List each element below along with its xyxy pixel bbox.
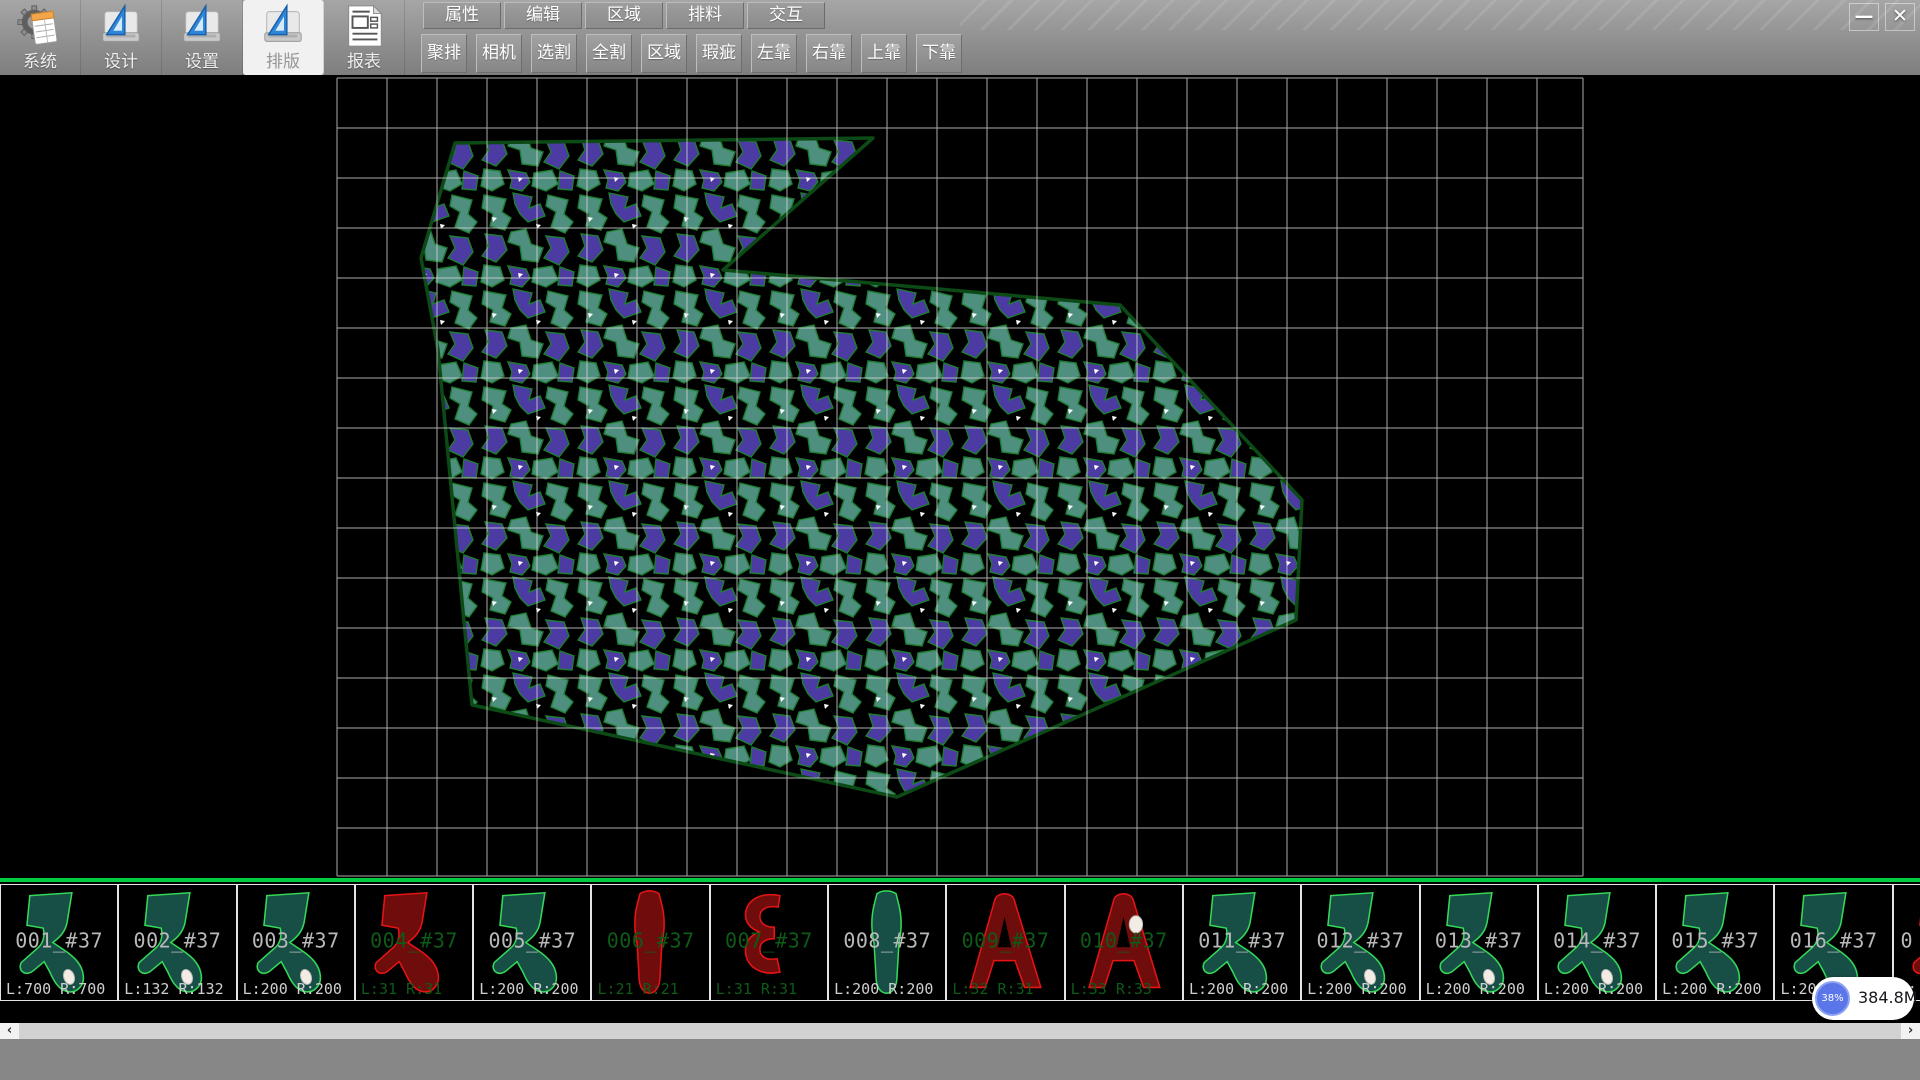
piece-shape xyxy=(122,888,231,997)
piece-thumbnail-strip: 001_#37L:700 R:700002_#37L:132 R:132003_… xyxy=(0,878,1920,1002)
ribbon-icon-label: 系统 xyxy=(0,47,80,72)
piece-shape xyxy=(832,888,941,997)
ribbon-icon-button-3[interactable]: 设置 xyxy=(162,0,243,75)
piece-shape xyxy=(4,888,113,997)
tool-button-7[interactable]: 左靠 xyxy=(751,34,797,73)
tool-button-3[interactable]: 选割 xyxy=(531,34,577,73)
piece-thumbnail-12[interactable]: 012_#37L:200 R:200 xyxy=(1301,884,1419,1001)
piece-thumbnail-4[interactable]: 004_#37L:31 R:31 xyxy=(355,884,473,1001)
ribbon-icon-button-4[interactable]: 排版 xyxy=(243,0,324,75)
piece-thumbnail-3[interactable]: 003_#37L:200 R:200 xyxy=(237,884,355,1001)
tool-button-5[interactable]: 区域 xyxy=(641,34,687,73)
piece-thumbnail-13[interactable]: 013_#37L:200 R:200 xyxy=(1420,884,1538,1001)
toolbar-hatch-texture xyxy=(960,0,1920,30)
piece-shape xyxy=(950,888,1059,997)
piece-shape xyxy=(1424,888,1533,997)
piece-thumbnail-8[interactable]: 008_#37L:200 R:200 xyxy=(828,884,946,1001)
tool-button-8[interactable]: 右靠 xyxy=(806,34,852,73)
report-icon xyxy=(324,2,404,50)
piece-thumbnail-2[interactable]: 002_#37L:132 R:132 xyxy=(118,884,236,1001)
strip-accent-line xyxy=(0,878,1920,882)
minimize-icon[interactable]: — xyxy=(1849,3,1879,31)
design-icon xyxy=(243,2,323,50)
piece-shape xyxy=(595,888,704,997)
status-bar xyxy=(0,1039,1920,1080)
ribbon-icon-label: 报表 xyxy=(324,47,404,72)
memory-value: 384.8M xyxy=(1858,988,1918,1007)
tool-button-1[interactable]: 聚排 xyxy=(421,34,467,73)
piece-shape xyxy=(477,888,586,997)
menu-tab-3[interactable]: 区域 xyxy=(585,2,663,29)
menu-tab-4[interactable]: 排料 xyxy=(666,2,744,29)
piece-thumbnail-6[interactable]: 006_#37L:21 R:21 xyxy=(591,884,709,1001)
piece-shape xyxy=(1305,888,1414,997)
piece-shape xyxy=(714,888,823,997)
piece-shape xyxy=(359,888,468,997)
nesting-canvas[interactable] xyxy=(0,75,1920,878)
tool-button-4[interactable]: 全割 xyxy=(586,34,632,73)
scroll-left-icon[interactable]: ‹ xyxy=(0,1023,19,1039)
design-icon xyxy=(81,2,161,50)
ribbon-icon-label: 排版 xyxy=(243,47,323,72)
ribbon-icon-label: 设计 xyxy=(81,47,161,72)
progress-circle: 38% xyxy=(1815,981,1850,1016)
menu-tab-5[interactable]: 交互 xyxy=(747,2,825,29)
piece-thumbnail-15[interactable]: 015_#37L:200 R:200 xyxy=(1656,884,1774,1001)
piece-shape xyxy=(1542,888,1651,997)
ribbon-icon-button-2[interactable]: 设计 xyxy=(81,0,162,75)
window-controls: — ✕ xyxy=(1849,3,1915,31)
piece-thumbnail-11[interactable]: 011_#37L:200 R:200 xyxy=(1183,884,1301,1001)
piece-shape xyxy=(241,888,350,997)
menu-tab-row: 属性编辑区域排料交互 xyxy=(423,2,825,29)
memory-progress-badge: 38% 384.8M xyxy=(1812,977,1914,1020)
tool-button-2[interactable]: 相机 xyxy=(476,34,522,73)
ribbon-icon-label: 设置 xyxy=(162,47,242,72)
tool-button-6[interactable]: 瑕疵 xyxy=(696,34,742,73)
system-icon xyxy=(0,2,80,50)
design-icon xyxy=(162,2,242,50)
tool-button-9[interactable]: 上靠 xyxy=(861,34,907,73)
close-icon[interactable]: ✕ xyxy=(1885,3,1915,31)
piece-thumbnail-7[interactable]: 007_#37L:31 R:31 xyxy=(710,884,828,1001)
piece-thumbnail-10[interactable]: 010_#37L:33 R:33 xyxy=(1065,884,1183,1001)
piece-thumbnail-5[interactable]: 005_#37L:200 R:200 xyxy=(473,884,591,1001)
icon-button-bar: 系统设计设置排版报表 xyxy=(0,0,405,75)
ribbon-icon-button-1[interactable]: 系统 xyxy=(0,0,81,75)
piece-shape xyxy=(1187,888,1296,997)
nest-layout-drawing xyxy=(0,75,1920,878)
piece-thumbnail-1[interactable]: 001_#37L:700 R:700 xyxy=(0,884,118,1001)
piece-thumbnail-14[interactable]: 014_#37L:200 R:200 xyxy=(1538,884,1656,1001)
thumbnail-cells: 001_#37L:700 R:700002_#37L:132 R:132003_… xyxy=(0,884,1920,1001)
piece-shape xyxy=(1069,888,1178,997)
ribbon-icon-button-5[interactable]: 报表 xyxy=(324,0,405,75)
tool-button-row: 聚排相机选割全割区域瑕疵左靠右靠上靠下靠 xyxy=(421,34,962,73)
menu-tab-1[interactable]: 属性 xyxy=(423,2,501,29)
menu-tab-2[interactable]: 编辑 xyxy=(504,2,582,29)
tool-button-10[interactable]: 下靠 xyxy=(916,34,962,73)
piece-shape xyxy=(1660,888,1769,997)
piece-thumbnail-9[interactable]: 009_#37L:32 R:31 xyxy=(946,884,1064,1001)
scroll-right-icon[interactable]: › xyxy=(1901,1023,1920,1039)
ribbon-toolbar: 系统设计设置排版报表 属性编辑区域排料交互 聚排相机选割全割区域瑕疵左靠右靠上靠… xyxy=(0,0,1920,76)
horizontal-scrollbar[interactable]: ‹ › xyxy=(0,1023,1920,1039)
